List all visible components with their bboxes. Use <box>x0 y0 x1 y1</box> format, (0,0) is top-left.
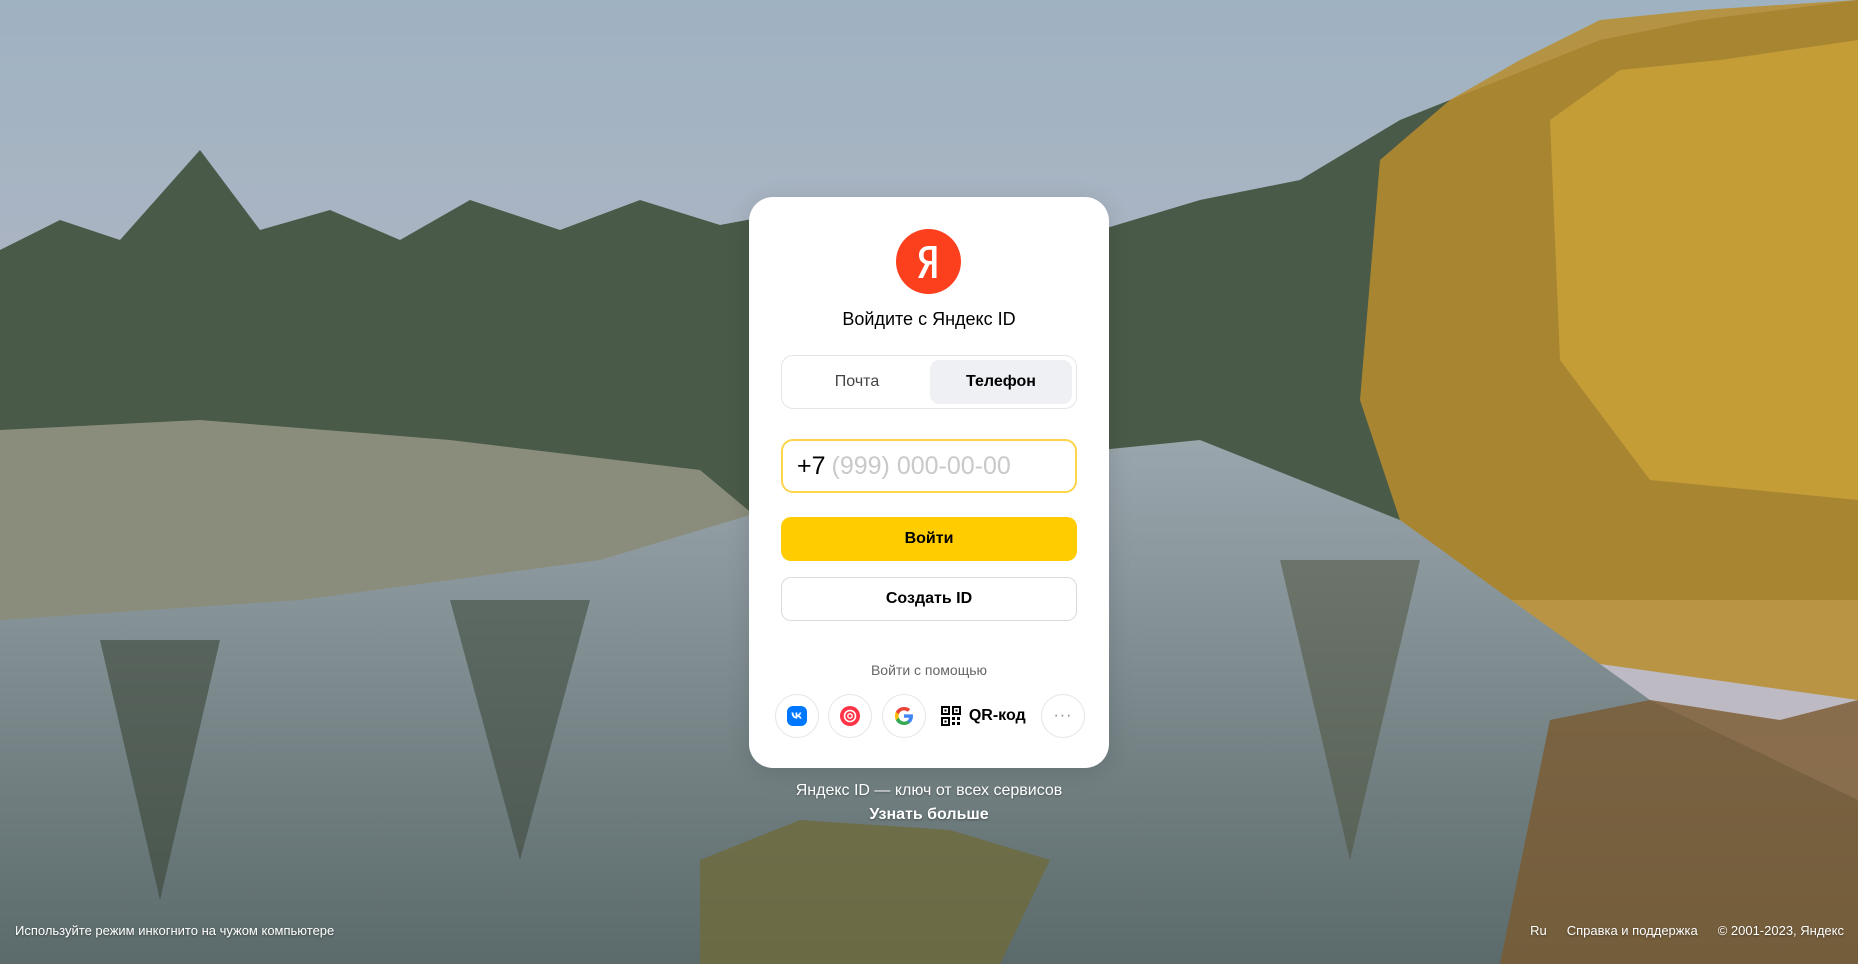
google-icon <box>894 707 913 725</box>
mailru-icon <box>840 706 861 726</box>
yandex-letter-icon <box>917 245 936 278</box>
learn-more-link[interactable]: Узнать больше <box>749 806 1109 824</box>
incognito-hint-link[interactable]: Используйте режим инкогнито на чужом ком… <box>15 923 334 938</box>
page-title: Войдите с Яндекс ID <box>842 309 1016 329</box>
tagline: Яндекс ID — ключ от всех сервисов <box>795 782 1063 799</box>
yandex-logo-icon <box>896 229 961 294</box>
more-options-button[interactable]: ··· <box>1040 694 1085 738</box>
social-login-row: QR-код ··· <box>775 693 1085 739</box>
google-login-button[interactable] <box>881 694 926 738</box>
language-switch[interactable]: Ru <box>1530 923 1547 938</box>
vk-login-button[interactable] <box>775 694 819 738</box>
tab-phone[interactable]: Телефон <box>930 360 1072 404</box>
vk-icon <box>787 706 807 726</box>
copyright: © 2001-2023, Яндекс <box>1717 923 1844 938</box>
phone-prefix: +7 <box>797 451 826 480</box>
footer-links: Ru Справка и поддержка © 2001-2023, Янде… <box>1530 923 1844 938</box>
qr-label: QR-код <box>968 707 1026 724</box>
alt-login-label: Войти с помощью <box>870 662 988 678</box>
qr-login-button[interactable]: QR-код <box>935 706 1032 726</box>
phone-input[interactable] <box>831 451 1052 481</box>
tab-email[interactable]: Почта <box>786 360 928 404</box>
create-id-button[interactable]: Создать ID <box>781 577 1077 621</box>
qr-code-icon <box>940 706 961 726</box>
mailru-login-button[interactable] <box>828 694 873 738</box>
login-card: Войдите с Яндекс ID Почта Телефон +7 Вой… <box>749 197 1109 768</box>
login-button[interactable]: Войти <box>781 517 1077 561</box>
phone-field[interactable]: +7 <box>781 439 1077 493</box>
help-link[interactable]: Справка и поддержка <box>1567 923 1698 938</box>
login-method-tabs: Почта Телефон <box>781 355 1077 409</box>
more-icon: ··· <box>1053 707 1073 724</box>
